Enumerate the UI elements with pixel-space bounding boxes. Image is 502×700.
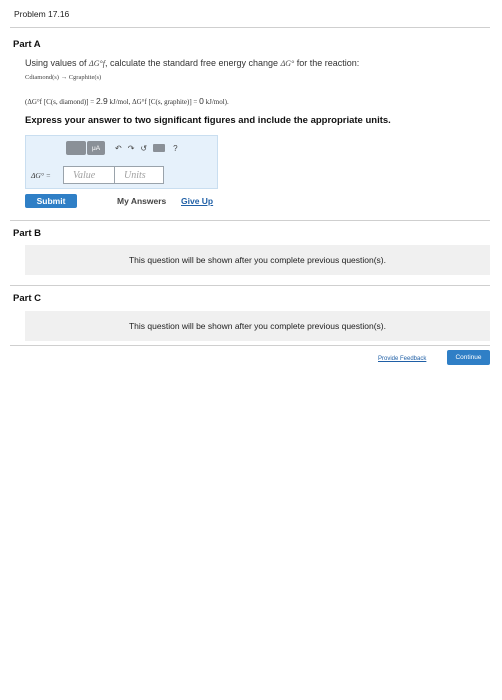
question-text: Using values of ΔG°f, calculate the stan…	[25, 58, 359, 68]
question-middle: , calculate the standard free energy cha…	[104, 58, 281, 68]
redo-icon[interactable]: ↷	[128, 141, 135, 155]
divider	[10, 27, 490, 28]
instruction-text: Express your answer to two significant f…	[25, 115, 391, 126]
templates-icon[interactable]	[66, 141, 86, 155]
delta-gf-symbol: ΔG°f	[89, 59, 105, 68]
data-unit-2: kJ/mol).	[203, 98, 229, 106]
answer-box: μA ↶ ↷ ↺ ? ΔG° =	[25, 135, 218, 189]
continue-button[interactable]: Continue	[447, 350, 490, 365]
provide-feedback-link[interactable]: Provide Feedback	[378, 356, 426, 362]
value-input[interactable]	[63, 166, 115, 184]
reaction-equation: Cdiamond(s) → Cgraphite(s)	[25, 74, 102, 81]
undo-icon[interactable]: ↶	[115, 141, 122, 155]
part-c-locked-message: This question will be shown after you co…	[128, 321, 387, 331]
data-open: (ΔG°f [C(s, diamond)] =	[25, 98, 96, 106]
problem-title: Problem 17.16	[14, 9, 70, 19]
part-c-title: Part C	[13, 293, 41, 304]
units-button[interactable]: μA	[87, 141, 105, 155]
part-c-locked-box: This question will be shown after you co…	[25, 311, 490, 341]
math-toolbar: μA ↶ ↷ ↺ ?	[66, 140, 206, 156]
units-input[interactable]	[114, 166, 164, 184]
given-data: (ΔG°f [C(s, diamond)] = 2.9 kJ/mol, ΔG°f…	[25, 96, 229, 106]
divider	[10, 285, 490, 286]
give-up-link[interactable]: Give Up	[181, 196, 213, 206]
divider	[10, 220, 490, 221]
my-answers-label: My Answers	[117, 196, 167, 206]
data-value-diamond: 2.9	[95, 96, 108, 106]
part-b-locked-message: This question will be shown after you co…	[128, 255, 387, 265]
delta-g-symbol: ΔG°	[280, 59, 295, 68]
submit-button[interactable]: Submit	[25, 194, 77, 208]
part-a-title: Part A	[13, 39, 41, 50]
keyboard-icon[interactable]	[153, 144, 166, 152]
answer-label: ΔG° =	[31, 171, 51, 180]
data-unit-1: kJ/mol, ΔG°f [C(s, graphite)] =	[107, 98, 200, 106]
question-suffix: for the reaction:	[294, 58, 360, 68]
part-b-locked-box: This question will be shown after you co…	[25, 245, 490, 275]
question-prefix: Using values of	[25, 58, 90, 68]
help-icon[interactable]: ?	[173, 141, 177, 155]
divider	[10, 345, 490, 346]
reset-icon[interactable]: ↺	[140, 141, 147, 155]
part-b-title: Part B	[13, 228, 41, 239]
